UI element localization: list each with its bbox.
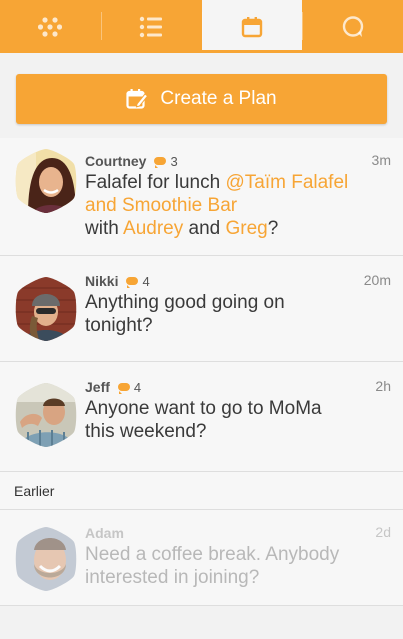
comment-count-value: 4	[142, 273, 150, 289]
tab-chat[interactable]	[302, 0, 403, 53]
comment-count[interactable]: 4	[117, 379, 142, 395]
comment-count-value: 3	[170, 153, 178, 169]
comment-count-value: 4	[133, 379, 142, 395]
list-icon	[139, 16, 163, 37]
comment-count[interactable]: 3	[154, 153, 178, 169]
plans-feed: Courtney 3 Falafel for lunch @Taïm Falaf…	[0, 138, 403, 606]
plan-message: Need a coffee break. Anybody interested …	[85, 544, 340, 588]
tab-plans[interactable]	[201, 0, 303, 53]
author-name: Adam	[85, 525, 124, 541]
avatar	[15, 277, 77, 341]
timestamp: 2h	[375, 378, 391, 394]
timestamp: 2d	[375, 524, 391, 540]
feed-item[interactable]: Adam Need a coffee break. Anybody intere…	[0, 510, 403, 606]
avatar	[15, 527, 77, 591]
feed-item[interactable]: Jeff 4 Anyone want to go to MoMa this we…	[0, 362, 403, 472]
plan-message: Anything good going on tonight?	[85, 292, 285, 336]
tab-list[interactable]	[100, 0, 202, 53]
feed-item[interactable]: Courtney 3 Falafel for lunch @Taïm Falaf…	[0, 138, 403, 256]
message-text: and	[183, 218, 226, 239]
author-name: Nikki	[85, 273, 119, 289]
timestamp: 20m	[363, 272, 391, 288]
chat-icon	[342, 15, 363, 37]
person-link-audrey[interactable]: Audrey	[123, 218, 183, 239]
timestamp: 3m	[371, 152, 391, 168]
person-link-greg[interactable]: Greg	[226, 218, 268, 239]
comment-bubble-icon	[117, 383, 130, 394]
comment-count[interactable]: 4	[126, 273, 150, 289]
author-name: Jeff	[85, 379, 110, 395]
calendar-icon	[241, 16, 263, 37]
feed-item[interactable]: Nikki 4 Anything good going on tonight? …	[0, 256, 403, 362]
message-text: with	[85, 218, 124, 239]
calendar-edit-icon	[126, 89, 149, 109]
plan-message: Falafel for lunch @Taïm Falafel and Smoo…	[85, 171, 383, 240]
avatar	[15, 383, 77, 447]
author-name: Courtney	[85, 153, 147, 169]
dots-icon	[38, 16, 63, 37]
message-text: Falafel for lunch	[85, 172, 226, 193]
comment-bubble-icon	[126, 277, 139, 288]
message-text: ?	[267, 218, 279, 239]
create-plan-button[interactable]: Create a Plan	[16, 74, 387, 124]
create-plan-label: Create a Plan	[160, 88, 277, 109]
comment-bubble-icon	[154, 157, 167, 168]
top-tab-bar	[0, 0, 403, 53]
tab-groups[interactable]	[0, 0, 101, 53]
section-header-earlier: Earlier	[0, 472, 403, 510]
plan-message: Anyone want to go to MoMa this weekend?	[85, 398, 322, 442]
avatar	[15, 149, 77, 213]
